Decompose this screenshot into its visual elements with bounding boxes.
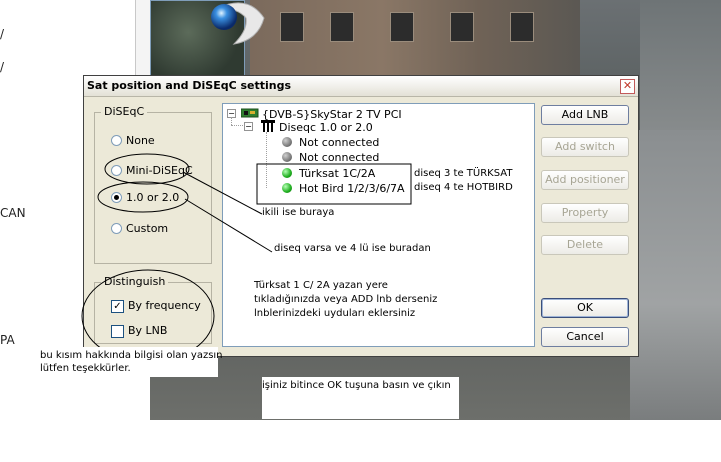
note-diseqc4: diseq 4 te HOTBIRD bbox=[414, 182, 513, 193]
radio-mini-diseqc-label[interactable]: Mini-DiSEqC bbox=[126, 164, 193, 177]
note-ikili: ikili ise buraya bbox=[262, 207, 335, 218]
distinguish-legend: Distinguish bbox=[101, 275, 169, 288]
not-connected-status-icon bbox=[282, 137, 292, 147]
not-connected-status-icon bbox=[282, 152, 292, 162]
diseqc-legend: DiSEqC bbox=[101, 105, 148, 118]
tree-line bbox=[266, 132, 267, 188]
building-window bbox=[280, 12, 304, 42]
radio-custom[interactable] bbox=[111, 223, 122, 234]
note-diseq-varsa: diseq varsa ve 4 lü ise buradan bbox=[274, 243, 431, 254]
radio-diseqc-1-2[interactable] bbox=[111, 192, 122, 203]
left-page-fragment-4: PA bbox=[0, 333, 15, 347]
tree-line bbox=[231, 125, 243, 126]
tree-root-label[interactable]: {DVB-S}SkyStar 2 TV PCI bbox=[262, 108, 402, 121]
collapse-switch-icon[interactable]: − bbox=[244, 122, 253, 131]
left-page-fragment-1: / bbox=[0, 27, 5, 41]
tree-item-port-2[interactable]: Not connected bbox=[299, 151, 379, 164]
bottom-left-note-box: bu kısım hakkında bilgisi olan yazsın lü… bbox=[38, 347, 223, 377]
sky-area bbox=[640, 0, 721, 130]
radio-custom-label[interactable]: Custom bbox=[126, 222, 168, 235]
building bbox=[250, 0, 580, 75]
building-window bbox=[510, 12, 534, 42]
tree-line bbox=[231, 117, 232, 125]
tree-switch-label[interactable]: Diseqc 1.0 or 2.0 bbox=[279, 121, 373, 134]
radio-none[interactable] bbox=[111, 135, 122, 146]
note-diseqc3: diseq 3 te TÜRKSAT bbox=[414, 168, 513, 179]
bottom-center-note-box: işiniz bitince OK tuşuna basın ve çıkın bbox=[262, 377, 459, 419]
close-button[interactable]: ✕ bbox=[620, 79, 635, 94]
add-lnb-button[interactable]: Add LNB bbox=[541, 105, 629, 125]
building-window bbox=[450, 12, 474, 42]
left-page-fragment-3: CAN bbox=[0, 206, 26, 220]
add-positioner-button[interactable]: Add positioner bbox=[541, 170, 629, 190]
property-button[interactable]: Property bbox=[541, 203, 629, 223]
road bbox=[630, 130, 721, 420]
note-bottom-center: işiniz bitince OK tuşuna basın ve çıkın bbox=[262, 380, 451, 391]
connected-status-icon bbox=[282, 168, 292, 178]
delete-button[interactable]: Delete bbox=[541, 235, 629, 255]
radio-none-label[interactable]: None bbox=[126, 134, 155, 147]
by-lnb-checkbox[interactable] bbox=[111, 325, 124, 338]
ok-button[interactable]: OK bbox=[541, 298, 629, 318]
by-frequency-checkbox[interactable]: ✓ bbox=[111, 300, 124, 313]
note-instruction-2: tıkladığınızda veya ADD lnb derseniz bbox=[254, 294, 438, 305]
tree-item-port-3[interactable]: Türksat 1C/2A bbox=[299, 167, 375, 180]
note-bottom-left-1: bu kısım hakkında bilgisi olan yazsın bbox=[40, 350, 223, 361]
dialog-title: Sat position and DiSEqC settings bbox=[87, 79, 292, 92]
note-instruction-3: lnblerinizdeki uyduları eklersiniz bbox=[254, 308, 416, 319]
radio-mini-diseqc[interactable] bbox=[111, 165, 122, 176]
note-instruction-1: Türksat 1 C/ 2A yazan yere bbox=[254, 280, 388, 291]
pci-card-icon bbox=[241, 108, 259, 118]
left-page-fragment-2: / bbox=[0, 60, 5, 74]
radio-diseqc-1-2-label[interactable]: 1.0 or 2.0 bbox=[126, 191, 179, 204]
connected-status-icon bbox=[282, 183, 292, 193]
building-window bbox=[390, 12, 414, 42]
tree-item-port-1[interactable]: Not connected bbox=[299, 136, 379, 149]
tree-item-port-4[interactable]: Hot Bird 1/2/3/6/7A bbox=[299, 182, 405, 195]
dialog-titlebar[interactable]: Sat position and DiSEqC settings ✕ bbox=[84, 76, 638, 97]
cancel-button[interactable]: Cancel bbox=[541, 327, 629, 347]
by-lnb-label[interactable]: By LNB bbox=[128, 324, 167, 337]
by-frequency-label[interactable]: By frequency bbox=[128, 299, 201, 312]
add-switch-button[interactable]: Add switch bbox=[541, 137, 629, 157]
note-bottom-left-2: lütfen teşekkürler. bbox=[40, 363, 131, 374]
diseqc-switch-icon bbox=[261, 120, 275, 132]
building-window bbox=[330, 12, 354, 42]
globe-logo-icon bbox=[211, 2, 265, 45]
